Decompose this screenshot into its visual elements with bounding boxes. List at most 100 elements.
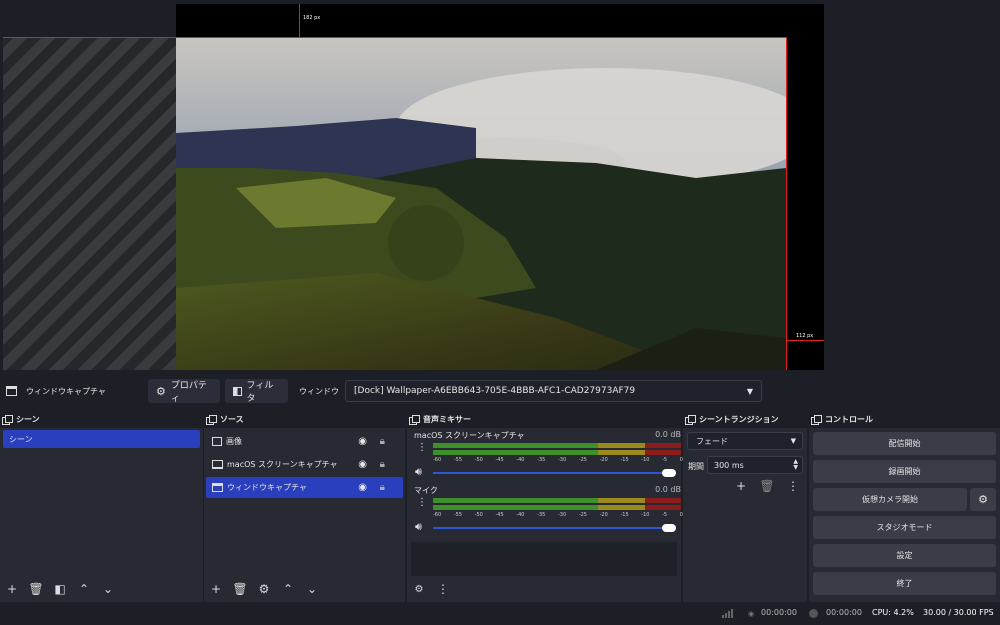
remove-transition-button[interactable]: 🗑 <box>759 478 775 494</box>
image-icon <box>212 437 222 446</box>
start-recording-button[interactable]: 録画開始 <box>813 460 996 483</box>
transition-type-dropdown[interactable]: フェード ▼ <box>687 432 803 450</box>
window-label: ウィンドウ <box>299 387 339 396</box>
gear-icon: ⚙ <box>156 384 166 398</box>
chevron-down-icon: ▼ <box>790 437 796 445</box>
source-item-label: 画像 <box>226 437 242 446</box>
speaker-icon[interactable]: 🔊︎ <box>415 465 422 479</box>
transition-toolbar: + 🗑 ⋮ <box>733 478 801 494</box>
dock-float-icon[interactable] <box>811 414 822 425</box>
window-dropdown-value: [Dock] Wallpaper-A6EBB643-705E-4BBB-AFC1… <box>354 386 636 396</box>
mixer-toolbar: ⚙ ⋮ <box>407 576 681 602</box>
source-item-image[interactable]: 画像 ◉ 🔒︎ <box>206 431 403 452</box>
transitions-dock-title: シーントランジション <box>683 410 807 428</box>
guide-line-top-horizontal <box>3 37 787 38</box>
eye-icon[interactable]: ◉ <box>358 459 367 470</box>
mixer-title-label: 音声ミキサー <box>423 414 471 424</box>
scene-transitions-dock: シーントランジション フェード ▼ 期間 300 ms ▲ ▼ + 🗑 ⋮ <box>683 410 807 602</box>
record-time: 00:00:00 <box>826 608 862 617</box>
volume-slider[interactable] <box>433 527 673 529</box>
exit-button[interactable]: 終了 <box>813 572 996 595</box>
guide-top-label: 182 px <box>303 15 321 21</box>
speaker-icon[interactable]: 🔊︎ <box>415 520 422 534</box>
guide-right-label: 112 px <box>796 333 814 339</box>
guide-line-right-horizontal <box>786 340 824 341</box>
move-scene-down-button[interactable]: ⌄ <box>100 581 116 597</box>
meter-scale: -60 -55 -50 -45 -40 -35 -30 -25 -20 -15 -10 -5 0 <box>433 457 683 463</box>
selected-source-name: ウィンドウキャプチャ <box>26 387 106 396</box>
lock-icon[interactable]: 🔒︎ <box>380 459 385 470</box>
gear-icon: ⚙ <box>978 493 988 506</box>
volume-slider-knob[interactable] <box>662 469 676 477</box>
window-capture-preview[interactable] <box>176 38 786 370</box>
eye-icon[interactable]: ◉ <box>358 482 367 493</box>
add-transition-button[interactable]: + <box>733 478 749 494</box>
remove-scene-button[interactable]: 🗑 <box>28 581 44 597</box>
scene-filters-button[interactable]: ◧ <box>52 581 68 597</box>
eye-icon[interactable]: ◉ <box>358 436 367 447</box>
add-source-button[interactable]: + <box>208 581 224 597</box>
channel-db-readout: 0.0 dB <box>655 430 681 439</box>
channel-menu-icon[interactable]: ⋮ <box>417 498 427 508</box>
duration-label: 期間 <box>688 462 704 471</box>
scenes-title-label: シーン <box>16 414 40 424</box>
meter-scale: -60 -55 -50 -45 -40 -35 -30 -25 -20 -15 -10 -5 0 <box>433 512 683 518</box>
guide-line-top-vertical <box>299 4 300 38</box>
mixer-empty-area <box>411 542 677 576</box>
scene-item-label: シーン <box>9 434 33 444</box>
move-source-up-button[interactable]: ⌃ <box>280 581 296 597</box>
settings-button[interactable]: 設定 <box>813 544 996 567</box>
duration-spinbox[interactable]: 300 ms ▲ ▼ <box>707 456 803 474</box>
mixer-menu-button[interactable]: ⋮ <box>435 581 451 597</box>
spinner-arrows-icon[interactable]: ▲ ▼ <box>793 459 798 471</box>
advanced-audio-settings-button[interactable]: ⚙ <box>411 581 427 597</box>
duration-value: 300 ms <box>714 460 744 470</box>
dock-float-icon[interactable] <box>409 414 420 425</box>
dock-float-icon[interactable] <box>685 414 696 425</box>
lock-icon[interactable]: 🔒︎ <box>380 436 385 447</box>
remove-source-button[interactable]: 🗑 <box>232 581 248 597</box>
sources-dock: ソース 画像 ◉ 🔒︎ macOS スクリーンキャプチャ ◉ 🔒︎ ウィンドウキ… <box>204 410 405 602</box>
scene-list-item[interactable]: シーン <box>3 430 200 448</box>
sources-dock-title: ソース <box>204 410 405 428</box>
volume-meter <box>433 450 681 455</box>
move-source-down-button[interactable]: ⌄ <box>304 581 320 597</box>
filters-button[interactable]: フィルタ <box>225 379 288 404</box>
transition-menu-button[interactable]: ⋮ <box>785 478 801 494</box>
preview-area[interactable]: 182 px 112 px <box>0 0 1000 373</box>
virtual-camera-settings-button[interactable]: ⚙ <box>970 488 996 511</box>
move-scene-up-button[interactable]: ⌃ <box>76 581 92 597</box>
source-item-label: ウィンドウキャプチャ <box>227 483 307 492</box>
audio-mixer-dock: 音声ミキサー macOS スクリーンキャプチャ 0.0 dB ⋮ -60 -55-… <box>407 410 683 602</box>
volume-slider-knob[interactable] <box>662 524 676 532</box>
studio-mode-button[interactable]: スタジオモード <box>813 516 996 539</box>
window-icon <box>212 483 223 492</box>
stream-time: 00:00:00 <box>761 608 797 617</box>
source-item-screen-capture[interactable]: macOS スクリーンキャプチャ ◉ 🔒︎ <box>206 454 403 475</box>
signal-strength-icon <box>722 609 734 618</box>
volume-slider[interactable] <box>433 472 673 474</box>
start-streaming-button[interactable]: 配信開始 <box>813 432 996 455</box>
dock-float-icon[interactable] <box>206 414 217 425</box>
lock-icon[interactable]: 🔒︎ <box>380 482 385 493</box>
transition-type-value: フェード <box>696 436 728 446</box>
properties-label: プロパティ <box>170 381 207 404</box>
controls-dock-title: コントロール <box>809 410 1000 428</box>
source-item-window-capture[interactable]: ウィンドウキャプチャ ◉ 🔒︎ <box>206 477 403 498</box>
dock-float-icon[interactable] <box>2 414 13 425</box>
add-scene-button[interactable]: + <box>4 581 20 597</box>
mixer-channel: macOS スクリーンキャプチャ 0.0 dB ⋮ -60 -55 -50 -45 -4… <box>411 430 683 482</box>
out-of-bounds-region <box>3 38 176 370</box>
source-properties-button[interactable]: ⚙ <box>256 581 272 597</box>
recording-icon <box>809 609 818 618</box>
channel-menu-icon[interactable]: ⋮ <box>417 443 427 453</box>
start-virtual-camera-button[interactable]: 仮想カメラ開始 <box>813 488 967 511</box>
properties-button[interactable]: ⚙ プロパティ <box>148 379 220 404</box>
sources-title-label: ソース <box>220 414 244 424</box>
volume-meter <box>433 498 681 503</box>
sources-toolbar: + 🗑 ⚙ ⌃ ⌄ <box>204 576 405 602</box>
streaming-icon: ◉ <box>748 610 755 618</box>
window-dropdown[interactable]: [Dock] Wallpaper-A6EBB643-705E-4BBB-AFC1… <box>345 380 762 402</box>
source-context-bar: ウィンドウキャプチャ ⚙ プロパティ フィルタ ウィンドウ [Dock] Wal… <box>0 376 1000 406</box>
transitions-title-label: シーントランジション <box>699 414 779 424</box>
